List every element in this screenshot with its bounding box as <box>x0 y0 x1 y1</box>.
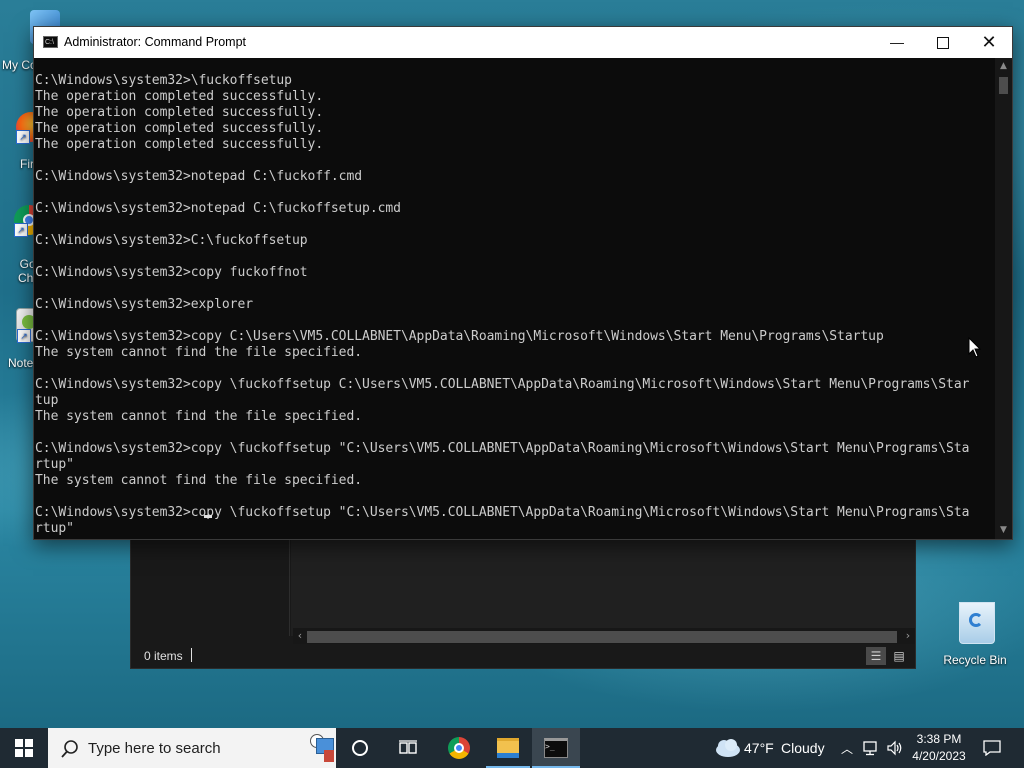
taskbar-cmd-button[interactable]: >_ <box>532 728 580 768</box>
task-view-button[interactable] <box>386 728 430 768</box>
cmd-icon: >_ <box>544 738 568 758</box>
network-icon <box>863 741 877 756</box>
notifications-button[interactable] <box>976 728 1008 768</box>
taskbar-file-explorer-button[interactable] <box>484 728 532 768</box>
cortana-icon <box>352 740 368 756</box>
windows-logo-icon <box>15 739 33 757</box>
window-title: Administrator: Command Prompt <box>64 35 247 49</box>
close-button[interactable]: ✕ <box>966 27 1012 58</box>
minimize-icon: — <box>890 34 904 50</box>
taskbar: Type here to search >_ 47°F Cloudy ︿ 3:3… <box>0 728 1024 768</box>
maximize-icon <box>937 37 949 50</box>
details-view-icon[interactable]: ☰ <box>866 647 886 665</box>
cortana-button[interactable] <box>338 728 382 768</box>
file-explorer-window: ‹ › 0 items ☰ ▤ <box>130 537 916 669</box>
search-placeholder: Type here to search <box>88 740 221 757</box>
console-output[interactable]: C:\Windows\system32>\fuckoffsetup The op… <box>34 58 995 539</box>
vertical-scrollbar[interactable]: ▲ ▼ <box>995 58 1012 539</box>
text-cursor <box>204 515 212 518</box>
minimize-button[interactable]: — <box>874 27 920 58</box>
status-bar: 0 items ☰ ▤ <box>131 644 915 668</box>
search-box[interactable]: Type here to search <box>48 728 336 768</box>
large-icons-view-icon[interactable]: ▤ <box>889 647 909 665</box>
task-view-icon <box>399 740 417 754</box>
clock[interactable]: 3:38 PM 4/20/2023 <box>908 728 970 768</box>
shortcut-arrow-icon: ↗ <box>17 329 31 343</box>
cloud-icon <box>716 739 740 757</box>
horizontal-scrollbar[interactable]: ‹ › <box>293 628 915 644</box>
item-count: 0 items <box>144 649 183 663</box>
clock-date: 4/20/2023 <box>912 749 966 763</box>
close-icon: ✕ <box>981 32 997 52</box>
desktop-icon-recycle-bin[interactable]: Recycle Bin <box>940 602 1010 667</box>
desktop-icon-label: Fir <box>20 157 34 171</box>
chrome-icon <box>448 737 470 759</box>
shortcut-arrow-icon: ↗ <box>14 223 28 237</box>
status-divider <box>191 648 192 662</box>
navigation-pane[interactable] <box>131 538 290 636</box>
chevron-up-icon: ︿ <box>840 741 853 756</box>
scroll-right-icon[interactable]: › <box>901 628 915 644</box>
desktop-icon-label: Recycle Bin <box>943 653 1007 667</box>
recycle-bin-icon <box>959 602 995 644</box>
weather-widget[interactable]: 47°F Cloudy <box>708 728 834 768</box>
scrollbar-thumb[interactable] <box>307 631 897 643</box>
mouse-pointer-icon <box>968 337 982 358</box>
console-text: C:\Windows\system32>\fuckoffsetup The op… <box>35 73 970 536</box>
scrollbar-thumb[interactable] <box>999 77 1008 94</box>
taskbar-chrome-button[interactable] <box>436 728 482 768</box>
desktop-icon-label: Note <box>8 356 34 370</box>
folder-icon <box>497 738 519 758</box>
start-button[interactable] <box>0 728 48 768</box>
desktop: My Co ↗ Fir ↗ Go Chr ↗ Note Recycle Bin … <box>0 0 1024 728</box>
network-button[interactable] <box>860 728 882 768</box>
shortcut-arrow-icon: ↗ <box>16 130 30 144</box>
command-prompt-window: C:\ Administrator: Command Prompt — ✕ C:… <box>33 26 1013 540</box>
search-icon <box>61 740 78 758</box>
weather-temperature: 47°F <box>744 740 774 756</box>
scroll-up-icon[interactable]: ▲ <box>995 58 1012 75</box>
notification-icon <box>983 740 1001 756</box>
volume-button[interactable] <box>884 728 906 768</box>
show-hidden-icons-button[interactable]: ︿ <box>838 728 856 768</box>
weather-description: Cloudy <box>781 740 825 756</box>
speaker-icon <box>887 740 902 756</box>
cmd-app-icon[interactable]: C:\ <box>43 36 58 48</box>
maximize-button[interactable] <box>920 27 966 58</box>
scroll-left-icon[interactable]: ‹ <box>293 628 307 644</box>
clock-time: 3:38 PM <box>916 732 962 746</box>
file-list-pane[interactable] <box>291 538 915 636</box>
title-bar[interactable]: C:\ Administrator: Command Prompt — ✕ <box>34 27 1012 58</box>
scroll-down-icon[interactable]: ▼ <box>995 522 1012 539</box>
desktop-icon-label: My Co <box>2 58 37 72</box>
search-highlight-icon <box>310 732 336 764</box>
